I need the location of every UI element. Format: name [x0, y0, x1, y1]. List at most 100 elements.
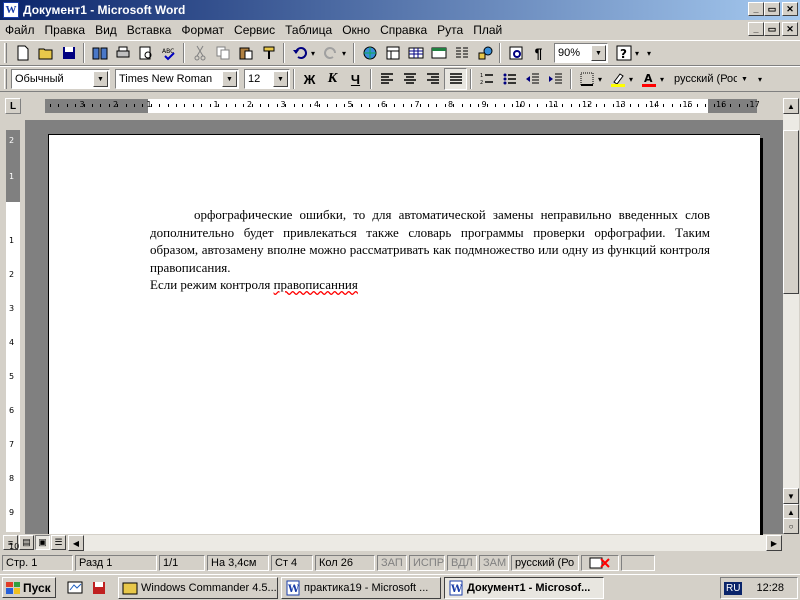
word-app-icon[interactable]: W — [3, 2, 19, 18]
scroll-up-icon[interactable]: ▲ — [783, 98, 799, 114]
help-assistant-icon[interactable]: ? — [612, 42, 635, 64]
font-size-dropdown-icon[interactable]: ▼ — [273, 71, 288, 87]
horizontal-scroll-track[interactable] — [84, 535, 766, 551]
new-document-icon[interactable] — [11, 42, 34, 64]
quick-save-disk-icon[interactable] — [88, 577, 110, 599]
task-praktika19[interactable]: W практика19 - Microsoft ... — [281, 576, 441, 599]
tab-selector[interactable]: L — [5, 98, 21, 114]
menu-ruta[interactable]: Рута — [432, 23, 468, 37]
misspelled-word[interactable]: правописанния — [274, 277, 358, 292]
align-center-icon[interactable] — [398, 68, 421, 90]
font-size-combo[interactable]: 12 ▼ — [244, 69, 290, 89]
insert-excel-icon[interactable] — [427, 42, 450, 64]
normal-view-icon[interactable]: ≡ — [3, 535, 18, 550]
paste-icon[interactable] — [234, 42, 257, 64]
format-painter-icon[interactable] — [257, 42, 280, 64]
task-document1[interactable]: W Документ1 - Microsof... — [444, 576, 604, 599]
print-layout-view-icon[interactable]: ▣ — [35, 535, 50, 550]
language-indicator[interactable]: RU — [724, 581, 743, 595]
bullets-icon[interactable] — [498, 68, 521, 90]
restore-button[interactable]: ▭ — [764, 2, 780, 16]
close-button[interactable]: ✕ — [782, 2, 798, 16]
toolbar-grip[interactable] — [4, 43, 7, 63]
status-language[interactable]: русский (Ро — [511, 555, 579, 571]
drawing-icon[interactable] — [473, 42, 496, 64]
menu-insert[interactable]: Вставка — [122, 23, 177, 37]
status-page[interactable]: Стр. 1 — [2, 555, 73, 571]
font-combo[interactable]: Times New Roman ▼ — [115, 69, 239, 89]
zoom-combo[interactable]: 90% ▼ — [554, 43, 608, 63]
doc-minimize-button[interactable]: _ — [748, 22, 764, 36]
menu-help[interactable]: Справка — [375, 23, 432, 37]
start-button[interactable]: Пуск — [2, 577, 56, 598]
paragraph-line[interactable]: Если режим контроля правописанния — [150, 276, 710, 294]
zoom-dropdown-icon[interactable]: ▼ — [591, 45, 606, 61]
open-folder-icon[interactable] — [34, 42, 57, 64]
insert-table-icon[interactable] — [404, 42, 427, 64]
scroll-thumb[interactable] — [783, 130, 799, 294]
menu-format[interactable]: Формат — [176, 23, 229, 37]
scroll-track[interactable] — [783, 114, 799, 504]
status-position[interactable]: На 3,4см — [207, 555, 269, 571]
menu-window[interactable]: Окно — [337, 23, 375, 37]
outline-view-icon[interactable]: ☰ — [51, 535, 66, 550]
show-desktop-icon[interactable] — [64, 577, 86, 599]
menu-plai[interactable]: Плай — [468, 23, 507, 37]
status-track-changes[interactable]: ИСПР — [409, 555, 445, 571]
columns-icon[interactable] — [450, 42, 473, 64]
paragraph[interactable]: орфографические ошибки, то для автоматич… — [150, 206, 710, 276]
status-record-macro[interactable]: ЗАП — [377, 555, 407, 571]
font-color-dropdown-icon[interactable]: ▾ — [660, 75, 668, 84]
tables-borders-icon[interactable] — [381, 42, 404, 64]
scroll-left-icon[interactable]: ◀ — [68, 535, 84, 551]
document-map-icon[interactable] — [504, 42, 527, 64]
align-right-icon[interactable] — [421, 68, 444, 90]
status-overtype[interactable]: ЗАМ — [479, 555, 509, 571]
clock[interactable]: 12:28 — [756, 582, 784, 594]
toolbar-options-icon[interactable]: ▾ — [647, 49, 655, 58]
underline-button[interactable]: Ч — [344, 68, 367, 90]
decrease-indent-icon[interactable] — [521, 68, 544, 90]
vertical-scrollbar[interactable]: ▲ ▼ ▲ ○ — [783, 98, 799, 534]
vertical-ruler[interactable]: 2 1 1 2 3 4 5 6 7 8 9 10 — [6, 130, 20, 551]
status-line[interactable]: Ст 4 — [271, 555, 313, 571]
status-extend[interactable]: ВДЛ — [447, 555, 477, 571]
task-windows-commander[interactable]: Windows Commander 4.5... — [118, 576, 278, 599]
show-formatting-marks-icon[interactable]: ¶ — [527, 42, 550, 64]
language-dropdown-icon[interactable]: ▼ — [737, 71, 752, 87]
doc-close-button[interactable]: ✕ — [782, 22, 798, 36]
permission-book-icon[interactable] — [88, 42, 111, 64]
hyperlink-globe-icon[interactable] — [358, 42, 381, 64]
borders-icon[interactable] — [575, 68, 598, 90]
menu-tools[interactable]: Сервис — [229, 23, 280, 37]
highlight-dropdown-icon[interactable]: ▾ — [629, 75, 637, 84]
borders-dropdown-icon[interactable]: ▾ — [598, 75, 606, 84]
style-combo[interactable]: Обычный ▼ — [11, 69, 110, 89]
scroll-down-icon[interactable]: ▼ — [783, 488, 799, 504]
spelling-status-icon[interactable] — [581, 555, 619, 571]
menu-view[interactable]: Вид — [90, 23, 122, 37]
language-combo[interactable]: русский (Росси ▼ — [670, 69, 754, 89]
menu-table[interactable]: Таблица — [280, 23, 337, 37]
status-section[interactable]: Разд 1 — [75, 555, 157, 571]
format-toolbar-options-icon[interactable]: ▾ — [758, 75, 766, 84]
bold-button[interactable]: Ж — [298, 68, 321, 90]
align-left-icon[interactable] — [375, 68, 398, 90]
cut-icon[interactable] — [188, 42, 211, 64]
redo-dropdown-icon[interactable]: ▾ — [342, 49, 350, 58]
save-icon[interactable] — [57, 42, 80, 64]
font-dropdown-icon[interactable]: ▼ — [222, 71, 237, 87]
minimize-button[interactable]: _ — [748, 2, 764, 16]
doc-restore-button[interactable]: ▭ — [764, 22, 780, 36]
menu-file[interactable]: Файл — [0, 23, 40, 37]
spelling-check-icon[interactable]: ABC — [157, 42, 180, 64]
undo-icon[interactable] — [288, 42, 311, 64]
increase-indent-icon[interactable] — [544, 68, 567, 90]
copy-icon[interactable] — [211, 42, 234, 64]
undo-dropdown-icon[interactable]: ▾ — [311, 49, 319, 58]
status-page-count[interactable]: 1/1 — [159, 555, 205, 571]
scroll-right-icon[interactable]: ▶ — [766, 535, 782, 551]
numbering-icon[interactable]: 12 — [475, 68, 498, 90]
print-icon[interactable] — [111, 42, 134, 64]
ruler-strip[interactable]: 3211234567891011121314151617 — [45, 99, 760, 113]
